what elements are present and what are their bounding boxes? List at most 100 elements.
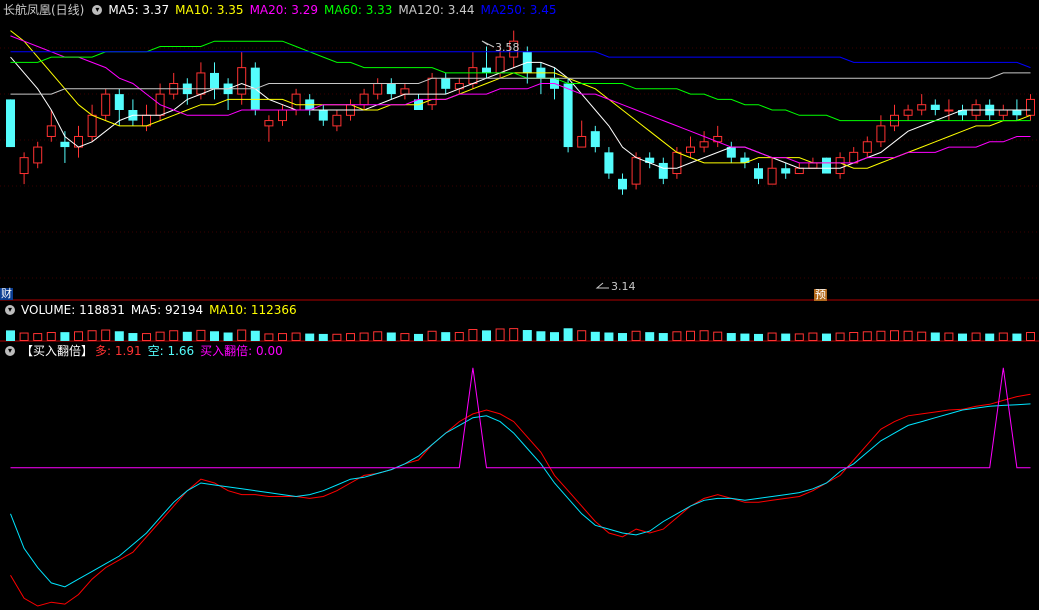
volume-bar: [672, 331, 682, 341]
candlestick: [6, 99, 15, 148]
settings-circle-icon[interactable]: ▾: [5, 345, 15, 356]
volume-bar: [930, 332, 940, 341]
volume-bar: [19, 332, 29, 341]
volume-bar: [686, 330, 695, 341]
volume-bar: [33, 333, 43, 342]
candlestick: [958, 104, 967, 121]
indicator-line-1: [10, 403, 1031, 588]
settings-circle-icon[interactable]: ▾: [92, 4, 103, 15]
kong-label: 空: 1.66: [147, 344, 195, 358]
candle-body: [917, 104, 927, 111]
candlestick: [577, 120, 587, 148]
candlestick: [604, 147, 614, 179]
candlestick: [740, 152, 750, 169]
candlestick: [822, 157, 831, 174]
volume-bar: [822, 333, 831, 341]
ma5-label: MA5: 3.37: [108, 3, 170, 17]
volume-bar: [210, 331, 219, 341]
ma20-label: MA20: 3.29: [249, 3, 318, 17]
candlestick: [890, 104, 899, 132]
candle-body: [19, 157, 29, 175]
forecast-tag[interactable]: 预: [814, 289, 827, 301]
candlestick: [264, 115, 274, 142]
volume-label: VOLUME: 118831: [21, 303, 125, 317]
candlestick: [713, 125, 723, 148]
candle-body: [998, 109, 1008, 116]
volume-bar: [658, 333, 668, 341]
candlestick: [754, 162, 763, 185]
candle-body: [1026, 98, 1035, 116]
candlestick: [291, 88, 301, 116]
candle-body: [862, 141, 872, 153]
volume-bar: [971, 332, 981, 341]
volume-bar: [835, 332, 845, 341]
volume-bar: [441, 332, 451, 341]
volume-header: ▾ VOLUME: 118831 MA5: 92194 MA10: 112366: [3, 302, 303, 318]
ma10-label: MA10: 3.35: [175, 3, 244, 17]
volume-bar: [414, 333, 423, 341]
volume-bar: [522, 330, 532, 341]
volume-bar: [862, 331, 872, 341]
candlestick: [767, 157, 777, 185]
low-pointer: [595, 282, 609, 289]
candle-body: [944, 109, 954, 112]
candle-body: [781, 168, 791, 174]
candlestick: [482, 46, 491, 79]
settings-circle-icon[interactable]: ▾: [5, 304, 15, 315]
candlestick: [33, 141, 43, 169]
volume-bar: [250, 330, 260, 341]
candlestick: [210, 62, 219, 100]
volume-bar: [958, 333, 967, 341]
volume-bar: [754, 333, 763, 341]
candle-body: [930, 104, 940, 110]
candle-body: [210, 72, 219, 89]
candle-body: [264, 120, 274, 127]
volume-bar: [849, 332, 859, 341]
vol-ma10-label: MA10: 112366: [209, 303, 297, 317]
candlestick: [359, 88, 369, 110]
ma60-label: MA60: 3.33: [324, 3, 393, 17]
volume-bar: [305, 333, 315, 341]
vol-ma5-label: MA5: 92194: [130, 303, 204, 317]
volume-bar: [169, 330, 179, 342]
candlestick: [645, 152, 655, 169]
candlestick: [998, 104, 1008, 121]
candle-body: [468, 67, 478, 85]
grid-lines: [0, 47, 1039, 342]
candle-body: [903, 109, 913, 116]
volume-bar: [346, 333, 355, 342]
ma250-label: MA250: 3.45: [480, 3, 557, 17]
volume-bar: [101, 329, 111, 341]
volume-bar: [794, 333, 804, 341]
candle-body: [46, 125, 56, 137]
volume-bar: [454, 332, 464, 341]
candle-body: [876, 125, 886, 143]
candle-body: [658, 162, 668, 179]
candle-body: [33, 146, 43, 164]
stock-title: 长航凤凰(日线): [3, 3, 85, 17]
volume-bar: [128, 333, 138, 341]
volume-bar: [699, 330, 709, 342]
finance-tag[interactable]: 财: [0, 288, 13, 300]
volume-bar: [264, 333, 274, 341]
volume-bar: [291, 332, 301, 341]
candle-body: [6, 99, 15, 148]
volume-bar: [590, 331, 600, 341]
candle-body: [699, 141, 709, 148]
volume-bar: [808, 332, 818, 341]
volume-bar: [155, 331, 165, 341]
candle-body: [318, 110, 328, 121]
candle-body: [577, 135, 587, 148]
volume-bar: [944, 332, 954, 341]
candle-body: [332, 114, 342, 127]
price-header: 长航凤凰(日线) ▾ MA5: 3.37 MA10: 3.35 MA20: 3.29 MA…: [3, 2, 563, 18]
volume-bar: [359, 332, 369, 341]
candle-body: [590, 131, 600, 148]
volume-bar: [781, 333, 791, 341]
candlestick: [876, 115, 886, 148]
candle-body: [400, 88, 410, 95]
candle-body: [767, 167, 777, 185]
volume-bar: [985, 333, 995, 341]
volume-bar: [536, 331, 546, 341]
candle-body: [278, 109, 287, 122]
